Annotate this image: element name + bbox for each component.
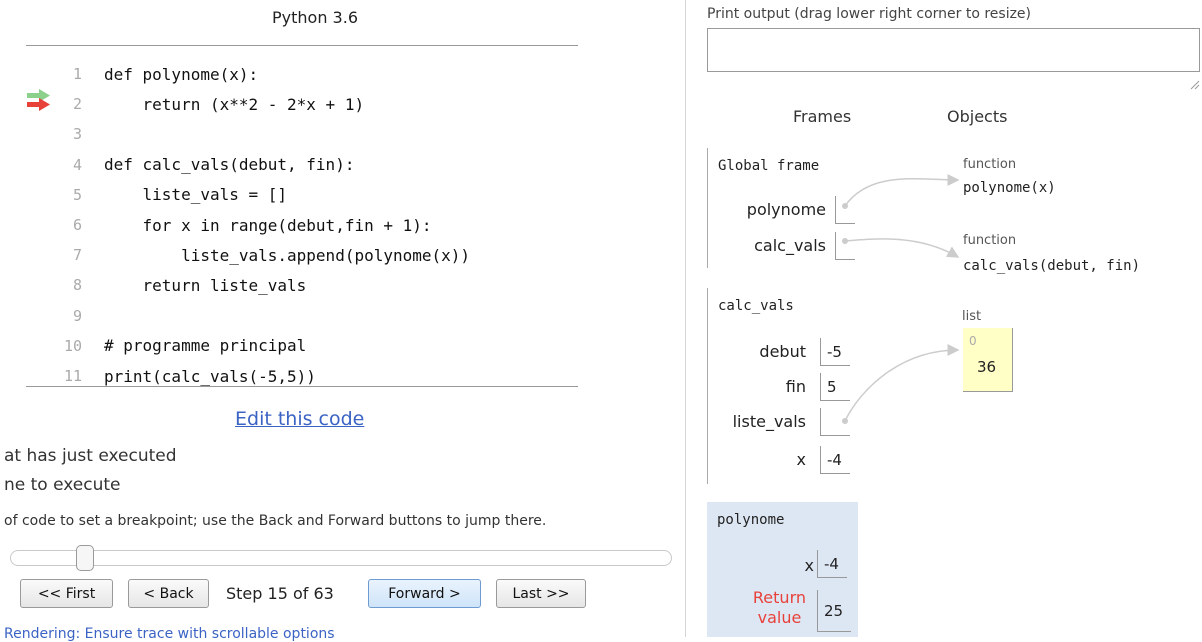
print-output-label: Print output (drag lower right corner to… [707,6,1032,22]
code-line[interactable]: 9 [40,301,104,331]
code-text: def calc_vals(debut, fin): [104,155,355,175]
code-line[interactable]: 5 liste_vals = [] [40,180,287,210]
code-line[interactable]: 8 return liste_vals [40,270,306,300]
code-text: for x in range(debut,fin + 1): [104,215,432,235]
line-number[interactable]: 4 [40,156,104,174]
red-arrow-icon [27,98,50,111]
list-index-0: 0 [969,334,977,348]
code-text: def polynome(x): [104,64,259,84]
panel-divider [685,0,686,637]
code-line[interactable]: 6 for x in range(debut,fin + 1): [40,210,432,240]
function-type-label-1: function [963,157,1017,172]
line-number[interactable]: 10 [40,337,104,355]
code-line[interactable]: 7 liste_vals.append(polynome(x)) [40,240,470,270]
line-number[interactable]: 5 [40,186,104,204]
rendering-options-link[interactable]: Rendering: Ensure trace with scrollable … [4,626,335,642]
code-line[interactable]: 1 def polynome(x): [40,59,258,89]
line-number[interactable]: 7 [40,246,104,264]
frames-header: Frames [793,107,852,126]
list-type-label: list [962,309,982,324]
objects-header: Objects [947,107,1008,126]
execution-arrows [27,89,50,111]
var-value-polynome [835,196,855,224]
pointer-dot-calc-vals [842,238,848,244]
calc-vals-frame: calc_vals debut -5 fin 5 liste_vals x -4 [707,288,858,484]
line-number[interactable]: 3 [40,125,104,143]
line-number[interactable]: 9 [40,307,104,325]
list-item-0: 36 [977,358,997,376]
function-calc-vals-object: calc_vals(debut, fin) [963,258,1141,274]
code-line[interactable]: 10 # programme principal [40,331,306,361]
code-text: return (x**2 - 2*x + 1) [104,94,365,114]
green-arrow-icon [27,89,50,102]
var-value-debut: -5 [820,338,850,366]
var-name-calc-vals: calc_vals [754,236,826,255]
resize-grip-icon[interactable] [1190,80,1200,90]
global-frame-title: Global frame [718,158,820,174]
return-value-label: Return value [752,588,806,627]
var-name-x: x [796,450,806,469]
var-value-calc-vals [835,232,855,260]
pointer-arrow-liste-vals [844,344,960,422]
var-value-x: -4 [820,446,850,474]
language-label: Python 3.6 [272,8,358,27]
function-polynome-object: polynome(x) [963,180,1056,196]
first-button[interactable]: << First [20,579,113,608]
var-value-poly-x: -4 [817,550,847,578]
var-name-fin: fin [785,377,806,396]
code-text: return liste_vals [104,275,307,295]
code-text: print(calc_vals(-5,5)) [104,366,316,386]
var-value-fin: 5 [820,373,850,401]
pointer-arrow-calc-vals [844,238,960,258]
global-frame: Global frame polynome calc_vals [707,148,855,268]
polynome-frame: polynome x -4 Return value 25 [707,502,858,637]
code-bottom-divider [26,386,578,387]
last-button[interactable]: Last >> [496,579,586,608]
polynome-frame-title: polynome [717,512,785,528]
code-text: liste_vals = [] [104,185,288,205]
list-object: 0 36 [963,328,1013,392]
function-type-label-2: function [963,233,1017,248]
var-name-liste-vals: liste_vals [732,412,806,431]
var-name-polynome: polynome [746,200,826,219]
code-line[interactable]: 2 return (x**2 - 2*x + 1) [40,89,364,119]
line-number[interactable]: 8 [40,276,104,294]
pointer-arrow-polynome [844,173,960,207]
legend-just-executed: at has just executed [4,446,177,466]
line-number[interactable]: 11 [40,367,104,385]
code-text: liste_vals.append(polynome(x)) [104,245,471,265]
forward-button[interactable]: Forward > [368,579,481,608]
calc-vals-frame-title: calc_vals [718,298,794,314]
step-slider-handle[interactable] [75,545,94,571]
edit-code-link[interactable]: Edit this code [235,408,364,430]
back-button[interactable]: < Back [128,579,209,608]
return-value-box: 25 [817,590,851,632]
code-line[interactable]: 3 [40,119,104,149]
pointer-dot-polynome [842,203,848,209]
step-slider-track[interactable] [10,550,672,566]
legend-next-line: ne to execute [4,475,121,495]
code-top-divider [26,45,578,46]
pointer-dot-liste-vals [842,418,848,424]
code-line[interactable]: 4 def calc_vals(debut, fin): [40,150,354,180]
code-text: # programme principal [104,336,307,356]
line-number[interactable]: 6 [40,216,104,234]
print-output-box[interactable] [707,28,1200,72]
var-name-debut: debut [759,342,806,361]
breakpoint-hint: of code to set a breakpoint; use the Bac… [4,513,547,529]
step-counter: Step 15 of 63 [226,584,334,603]
line-number[interactable]: 1 [40,65,104,83]
var-name-poly-x: x [804,556,814,575]
